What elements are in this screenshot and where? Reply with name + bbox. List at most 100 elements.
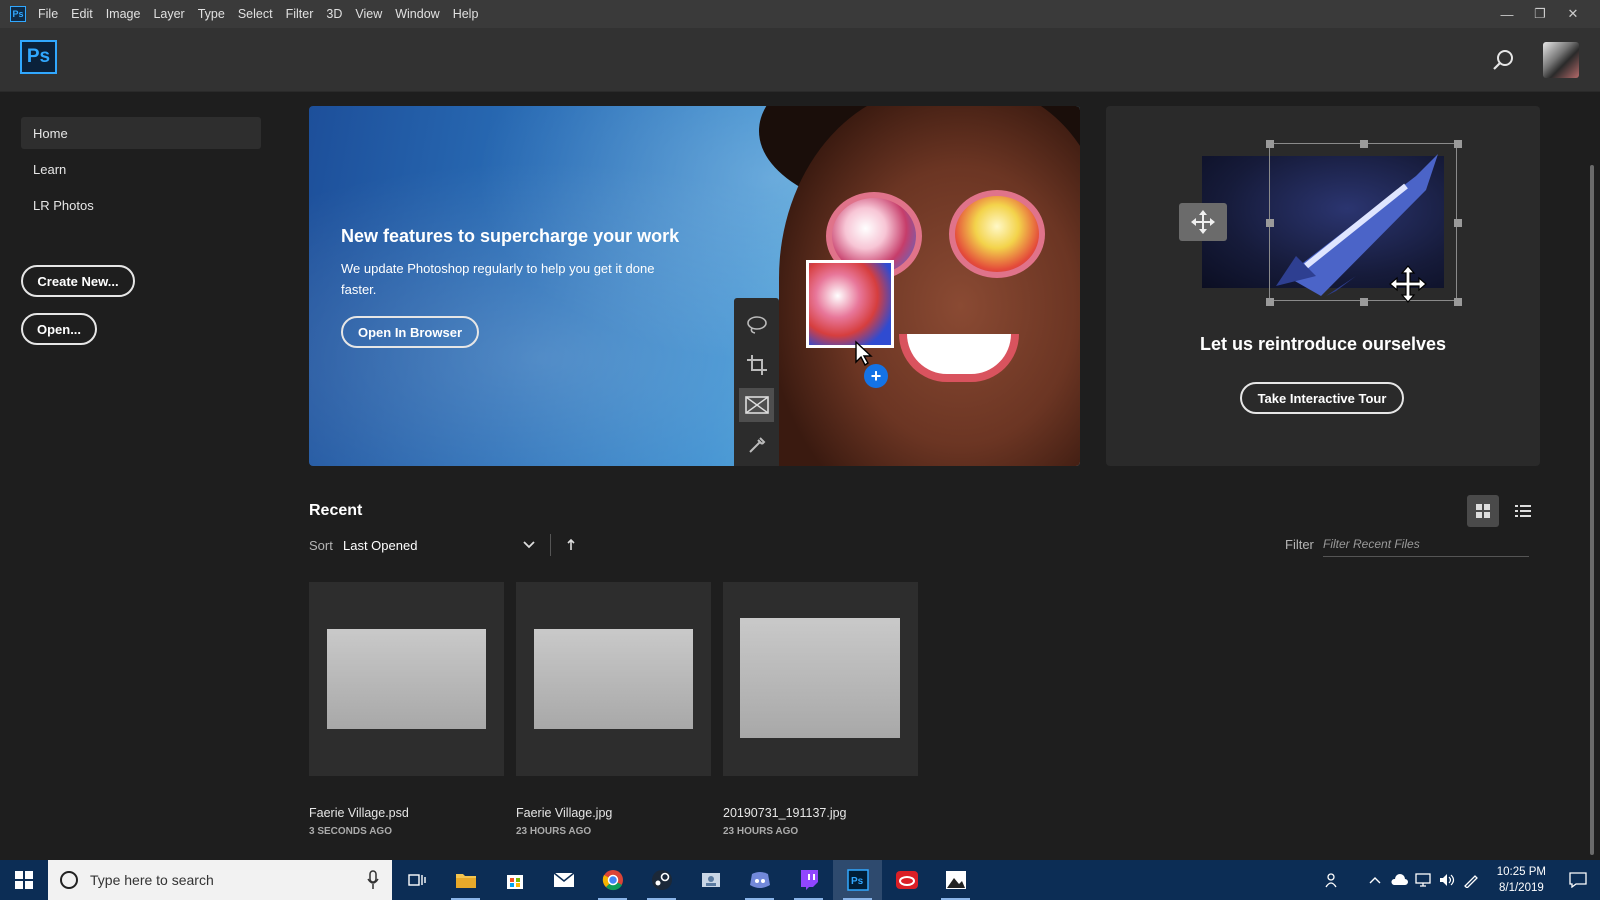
tour-card: Let us reintroduce ourselves Take Intera… xyxy=(1106,106,1540,466)
sunglasses-lens-right xyxy=(949,190,1045,278)
taskbar-search-placeholder: Type here to search xyxy=(90,872,214,888)
recent-file-card[interactable] xyxy=(516,582,711,776)
photoshop-app-icon[interactable]: Ps xyxy=(10,6,26,22)
create-new-button[interactable]: Create New... xyxy=(21,265,135,297)
sidebar-item-lr-photos[interactable]: LR Photos xyxy=(21,189,261,221)
sort-label: Sort xyxy=(309,538,333,553)
transform-handle xyxy=(1454,219,1462,227)
photos-icon[interactable] xyxy=(931,860,980,900)
menu-window[interactable]: Window xyxy=(395,7,439,21)
avatar[interactable] xyxy=(1543,42,1579,78)
taskbar-clock[interactable]: 10:25 PM 8/1/2019 xyxy=(1497,864,1546,896)
paint-splash-thumbnail xyxy=(806,260,894,348)
open-in-browser-button[interactable]: Open In Browser xyxy=(341,316,479,348)
task-view-icon[interactable] xyxy=(392,860,441,900)
pen-icon[interactable] xyxy=(1459,872,1483,888)
transform-handle xyxy=(1454,298,1462,306)
recent-file-name[interactable]: 20190731_191137.jpg xyxy=(723,806,847,820)
transform-handle xyxy=(1454,140,1462,148)
store-icon[interactable] xyxy=(490,860,539,900)
menu-select[interactable]: Select xyxy=(238,7,273,21)
close-icon[interactable]: ✕ xyxy=(1558,0,1588,28)
menu-bar: Ps File Edit Image Layer Type Select Fil… xyxy=(0,0,1600,28)
recent-file-card[interactable] xyxy=(723,582,918,776)
add-icon: + xyxy=(864,364,888,388)
search-icon[interactable] xyxy=(1492,48,1516,72)
minimize-icon[interactable]: — xyxy=(1492,0,1522,28)
grid-view-icon[interactable] xyxy=(1467,495,1499,527)
clock-time: 10:25 PM xyxy=(1496,866,1546,878)
menu-3d[interactable]: 3D xyxy=(326,7,342,21)
photoshop-logo[interactable]: Ps xyxy=(20,40,57,74)
menu-help[interactable]: Help xyxy=(453,7,479,21)
svg-text:Ps: Ps xyxy=(851,876,864,887)
transform-handle xyxy=(1360,298,1368,306)
filter-input[interactable] xyxy=(1323,531,1529,557)
lasso-icon xyxy=(739,308,774,342)
menu-edit[interactable]: Edit xyxy=(71,7,93,21)
menu-layer[interactable]: Layer xyxy=(153,7,184,21)
recent-file-time: 23 HOURS AGO xyxy=(516,826,592,837)
transform-handle xyxy=(1266,298,1274,306)
app-header: Ps xyxy=(0,28,1600,92)
file-explorer-icon[interactable] xyxy=(441,860,490,900)
transform-selection-frame xyxy=(1266,140,1462,306)
menu-file[interactable]: File xyxy=(38,7,58,21)
clock-date: 8/1/2019 xyxy=(1499,882,1544,894)
menu-image[interactable]: Image xyxy=(106,7,141,21)
people-icon[interactable] xyxy=(1321,872,1345,888)
scrollbar[interactable] xyxy=(1590,165,1594,855)
chevron-up-icon[interactable] xyxy=(1363,876,1387,884)
sort-direction-icon[interactable] xyxy=(566,538,576,557)
recent-file-name[interactable]: Faerie Village.psd xyxy=(309,806,409,820)
taskbar-search-box[interactable]: Type here to search xyxy=(48,860,392,900)
microphone-icon[interactable] xyxy=(366,870,380,890)
hero-title: New features to supercharge your work xyxy=(341,226,680,246)
file-thumbnail xyxy=(740,618,900,738)
transform-handle xyxy=(1266,219,1274,227)
chevron-down-icon[interactable] xyxy=(522,538,536,557)
hero-subtitle: We update Photoshop regularly to help yo… xyxy=(341,261,655,297)
sidebar-item-home[interactable]: Home xyxy=(21,117,261,149)
move-tool-icon xyxy=(1179,203,1227,241)
windows-start-icon[interactable] xyxy=(0,860,48,900)
restore-icon[interactable]: ❐ xyxy=(1525,0,1555,28)
steam-icon[interactable] xyxy=(637,860,686,900)
tour-title: Let us reintroduce ourselves xyxy=(1199,334,1447,354)
discord-icon[interactable] xyxy=(735,860,784,900)
crop-icon xyxy=(739,348,774,382)
mail-icon[interactable] xyxy=(539,860,588,900)
notifications-icon[interactable] xyxy=(1556,872,1600,888)
move-cursor-icon xyxy=(1388,264,1428,309)
recent-file-name[interactable]: Faerie Village.jpg xyxy=(516,806,612,820)
take-interactive-tour-button[interactable]: Take Interactive Tour xyxy=(1240,382,1404,414)
contacts-icon[interactable] xyxy=(686,860,735,900)
menu-filter[interactable]: Filter xyxy=(286,7,314,21)
system-tray: 10:25 PM 8/1/2019 xyxy=(1321,860,1600,900)
recent-file-card[interactable] xyxy=(309,582,504,776)
file-thumbnail xyxy=(327,629,486,729)
transform-handle xyxy=(1360,140,1368,148)
sidebar-item-learn[interactable]: Learn xyxy=(21,153,261,185)
network-icon[interactable] xyxy=(1411,873,1435,887)
transform-handle xyxy=(1266,140,1274,148)
creative-cloud-icon[interactable] xyxy=(882,860,931,900)
twitch-icon[interactable] xyxy=(784,860,833,900)
list-view-icon[interactable] xyxy=(1507,495,1539,527)
volume-icon[interactable] xyxy=(1435,873,1459,887)
eyedropper-icon xyxy=(739,428,774,462)
hero-banner: New features to supercharge your work We… xyxy=(309,106,1080,466)
recent-file-time: 23 HOURS AGO xyxy=(723,826,799,837)
frame-icon xyxy=(739,388,774,422)
photoshop-icon[interactable]: Ps xyxy=(833,860,882,900)
sort-select[interactable]: Last Opened xyxy=(343,538,417,553)
taskbar: Type here to search Ps 10:25 PM 8/1/2019 xyxy=(0,860,1600,900)
menu-type[interactable]: Type xyxy=(198,7,225,21)
onedrive-icon[interactable] xyxy=(1387,874,1411,886)
open-button[interactable]: Open... xyxy=(21,313,97,345)
chrome-icon[interactable] xyxy=(588,860,637,900)
menu-view[interactable]: View xyxy=(355,7,382,21)
file-thumbnail xyxy=(534,629,693,729)
tool-strip xyxy=(734,298,779,466)
recent-file-time: 3 SECONDS AGO xyxy=(309,826,392,837)
